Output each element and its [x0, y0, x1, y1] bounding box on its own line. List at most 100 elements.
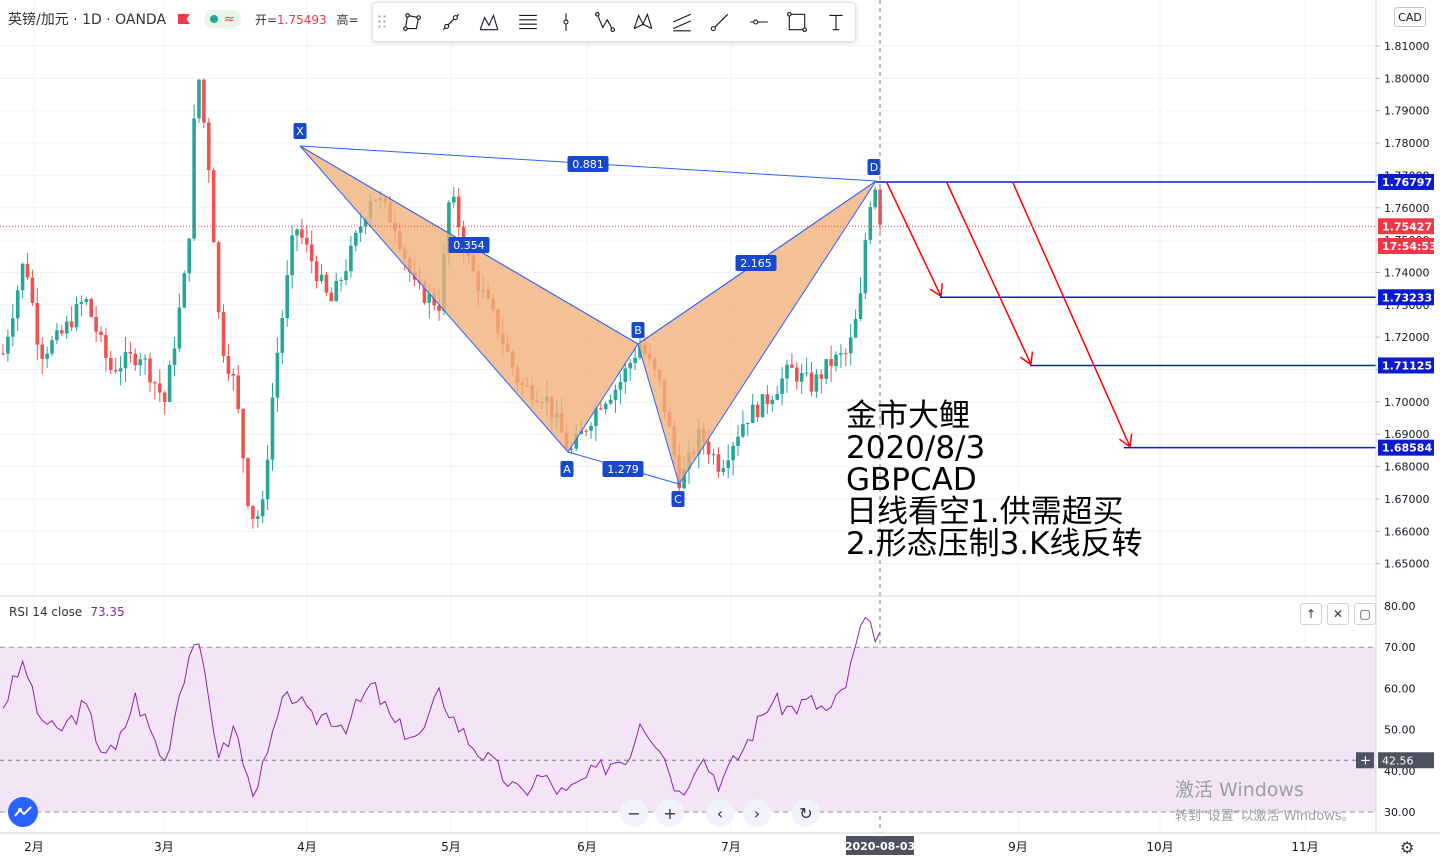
candle	[89, 297, 93, 318]
point-label: X	[293, 123, 307, 139]
candle	[868, 201, 873, 244]
svg-text:C: C	[674, 493, 682, 506]
reset-chart-button[interactable]: ↻	[792, 799, 820, 827]
drawing-toolbar	[372, 2, 856, 42]
maximize-pane-icon[interactable]: ▢	[1354, 603, 1376, 625]
rsi-value: 73.35	[90, 605, 125, 619]
flag-icon[interactable]	[178, 14, 191, 24]
rsi-tick-label: 50.00	[1384, 724, 1416, 737]
time-tick-label: 6月	[577, 840, 597, 854]
horizontal-line-icon[interactable]	[740, 3, 779, 41]
note-line: 金市大鲤	[846, 398, 970, 434]
time-tick-label: 11月	[1291, 840, 1318, 854]
point-label: B	[631, 322, 645, 338]
open-label: 开=	[254, 12, 278, 27]
candle	[202, 78, 206, 129]
rsi-tick-label: 30.00	[1384, 806, 1416, 819]
ratio-label: 0.354	[448, 237, 490, 253]
price-tick-label: 1.68000	[1384, 461, 1430, 474]
abcd-pattern-icon[interactable]	[585, 3, 624, 41]
vertical-line-icon[interactable]	[547, 3, 586, 41]
rsi-tick-label: 70.00	[1384, 641, 1416, 654]
currency-button[interactable]: CAD	[1394, 7, 1426, 27]
tradingview-logo-icon[interactable]	[8, 797, 38, 827]
xabcd-pattern-icon[interactable]	[624, 3, 663, 41]
market-open-dot-icon	[210, 15, 219, 23]
time-tick-label: 4月	[297, 840, 317, 854]
svg-text:0.354: 0.354	[453, 239, 485, 252]
drag-handle-icon[interactable]	[377, 14, 387, 30]
current-date-label: 2020-08-03	[845, 840, 915, 853]
note-line: 2020/8/3	[846, 430, 986, 466]
price-chart[interactable]: X A B C D 0.881 0.354 1.279 2.165 1.81000 1.80000…	[0, 0, 1440, 857]
time-tick-label: 3月	[154, 840, 174, 854]
price-tick-label: 1.81000	[1384, 40, 1430, 53]
price-tick-label: 1.70000	[1384, 396, 1430, 409]
price-tick-label: 1.80000	[1384, 72, 1430, 85]
price-marker-label: 1.76797	[1382, 176, 1432, 189]
svg-text:2.165: 2.165	[740, 257, 772, 270]
note-line: 日线看空1.供需超买	[846, 494, 1124, 530]
fib-lines-icon[interactable]	[508, 3, 547, 41]
time-tick-label: 10月	[1146, 840, 1173, 854]
price-marker-label: 17:54:53	[1382, 240, 1437, 253]
price-tick-label: 1.67000	[1384, 493, 1430, 506]
candle	[182, 270, 187, 309]
rsi-crosshair-label: 42.56	[1382, 754, 1414, 767]
trend-line-icon[interactable]	[431, 3, 470, 41]
symbol-title[interactable]: 英镑/加元 · 1D · OANDA	[8, 9, 166, 29]
price-tick-label: 1.72000	[1384, 331, 1430, 344]
rsi-band	[0, 647, 1376, 812]
rsi-legend[interactable]: RSI 14 close 73.35	[9, 605, 125, 619]
approx-icon: ≈	[224, 11, 235, 27]
watermark-line1: 激活 Windows	[1175, 779, 1304, 801]
candle	[246, 457, 250, 509]
ratio-label: 2.165	[735, 255, 777, 271]
price-tick-label: 1.69000	[1384, 428, 1430, 441]
candle	[216, 240, 221, 319]
time-tick-label: 5月	[441, 840, 461, 854]
candle	[167, 360, 172, 403]
zoom-out-button[interactable]: −	[620, 799, 648, 827]
rectangle-icon[interactable]	[778, 3, 817, 41]
channel-icon[interactable]	[662, 3, 701, 41]
candle	[192, 104, 196, 241]
ray-icon[interactable]	[701, 3, 740, 41]
svg-text:B: B	[634, 324, 642, 337]
zoom-in-button[interactable]: +	[656, 799, 684, 827]
point-label: C	[671, 491, 685, 507]
close-pane-icon[interactable]: ✕	[1327, 603, 1349, 625]
svg-text:1.279: 1.279	[607, 463, 639, 476]
market-status[interactable]: ≈	[204, 10, 241, 28]
price-tick-label: 1.76000	[1384, 202, 1430, 215]
rectangle-path-icon[interactable]	[393, 3, 432, 41]
symbol-header: 英镑/加元 · 1D · OANDA ≈ 开=1.75493 高=	[8, 9, 359, 29]
time-tick-label: 7月	[721, 840, 741, 854]
price-tick-label: 1.74000	[1384, 266, 1430, 279]
text-icon[interactable]	[817, 3, 856, 41]
candle	[863, 232, 868, 300]
svg-text:D: D	[870, 161, 878, 174]
scroll-right-button[interactable]: ›	[743, 799, 771, 827]
price-tick-label: 1.79000	[1384, 105, 1430, 118]
ratio-label: 0.881	[567, 156, 609, 172]
crosshair-plus-icon: +	[1360, 753, 1371, 768]
candle	[211, 167, 216, 243]
candle	[873, 186, 877, 210]
settings-gear-icon[interactable]: ⚙	[1400, 838, 1414, 857]
note-line: GBPCAD	[846, 462, 977, 498]
price-tick-label: 1.65000	[1384, 558, 1430, 571]
scroll-left-button[interactable]: ‹	[706, 799, 734, 827]
analysis-note[interactable]: 金市大鲤 2020/8/3 GBPCAD 日线看空1.供需超买 2.形态压制3.…	[846, 400, 1142, 560]
svg-text:X: X	[296, 125, 304, 138]
open-value: 1.75493	[277, 12, 327, 27]
windows-activation-watermark: 激活 Windows 转到“设置”以激活 Windows。	[1175, 775, 1355, 824]
rsi-tick-label: 60.00	[1384, 682, 1416, 695]
price-marker-label: 1.73233	[1382, 291, 1432, 304]
svg-text:0.881: 0.881	[572, 158, 604, 171]
price-marker-label: 1.75427	[1382, 220, 1432, 233]
point-label: A	[560, 461, 574, 477]
ratio-label: 1.279	[602, 461, 644, 477]
pattern-icon[interactable]	[470, 3, 509, 41]
move-pane-up-icon[interactable]: ↑	[1300, 603, 1322, 625]
